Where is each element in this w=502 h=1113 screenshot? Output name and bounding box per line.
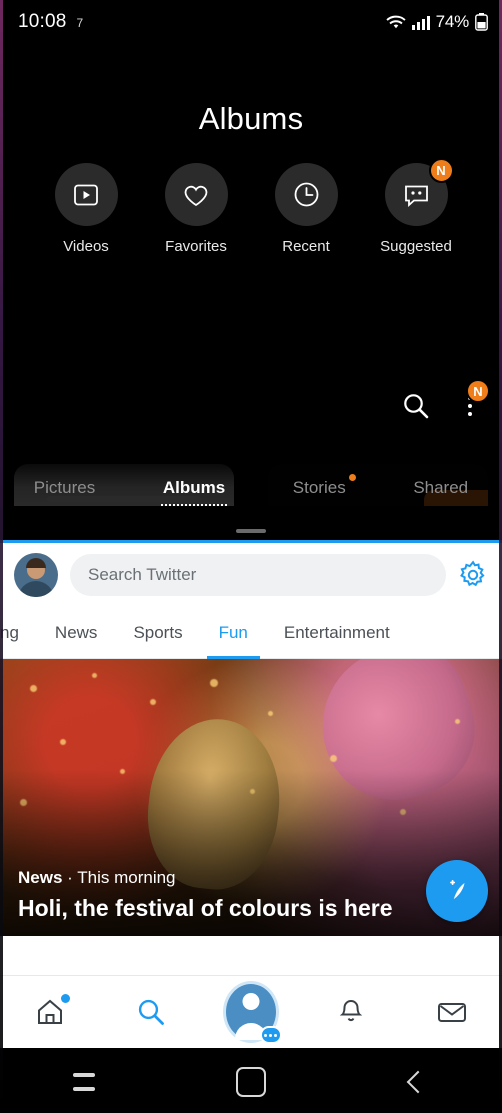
battery-percent: 74%	[435, 12, 470, 31]
back-button[interactable]	[383, 1048, 453, 1113]
tab-pictures[interactable]: Pictures	[32, 474, 97, 508]
heart-icon	[164, 163, 228, 226]
quick-item-suggested[interactable]: N Suggested	[380, 158, 454, 255]
tab-shared[interactable]: Shared	[411, 474, 470, 508]
quick-item-label: Favorites	[165, 238, 227, 255]
badge-dot	[264, 1033, 268, 1037]
split-screen-divider[interactable]	[0, 522, 502, 540]
gallery-action-row: N	[402, 379, 490, 423]
recents-bar	[72, 1073, 95, 1077]
twitter-app: Search Twitter ng News Sports Fun Entert…	[0, 540, 502, 1048]
mail-icon	[437, 1003, 466, 1022]
search-placeholder: Search Twitter	[88, 565, 197, 584]
tab-label: Stories	[292, 478, 346, 497]
status-clock: 10:08	[18, 11, 67, 32]
status-bar-left: 10:08 7	[18, 11, 83, 33]
tab-label: Fun	[218, 622, 248, 642]
gallery-quick-access-row: Videos Favorites Recent N Suggested	[0, 158, 502, 255]
compose-feather-icon[interactable]	[426, 860, 488, 922]
tab-label: Sports	[133, 622, 183, 642]
system-navigation-bar	[0, 1048, 502, 1113]
tab-news[interactable]: News	[37, 607, 116, 658]
twitter-category-tabs: ng News Sports Fun Entertainment	[0, 607, 502, 659]
tab-label: News	[54, 622, 98, 642]
twitter-bottom-nav	[0, 975, 502, 1048]
twitter-top-bar: Search Twitter	[0, 543, 502, 607]
tab-label: Entertainment	[283, 622, 390, 642]
suggested-faces-icon: N	[384, 158, 454, 226]
wifi-icon	[385, 14, 406, 30]
status-notification-count: 7	[76, 16, 84, 30]
hero-headline: Holi, the festival of colours is here	[18, 894, 393, 921]
status-bar: 10:08 7 74%	[0, 0, 502, 44]
hero-text-block: News · This morning Holi, the festival o…	[18, 868, 432, 922]
avatar[interactable]	[14, 553, 58, 597]
back-chevron-icon	[406, 1070, 430, 1094]
clock-icon	[274, 163, 338, 226]
video-play-icon	[54, 163, 118, 226]
tab-label: Pictures	[33, 478, 96, 497]
recents-button[interactable]	[49, 1048, 119, 1113]
phone-screen: 10:08 7 74% Albums Videos Favorites Rece…	[0, 0, 502, 1113]
more-vertical-icon[interactable]: N	[456, 379, 490, 423]
status-badge: N	[428, 158, 454, 183]
profile-icon	[222, 981, 282, 1044]
bell-icon	[340, 999, 363, 1022]
search-icon[interactable]	[402, 392, 430, 420]
hero-meta: News · This morning	[18, 868, 432, 888]
recents-bar	[72, 1087, 95, 1091]
nav-home[interactable]	[22, 984, 78, 1040]
gallery-tab-bar: Pictures Albums Stories Shared	[0, 460, 502, 522]
signal-icon	[411, 14, 430, 30]
profile-head	[242, 993, 260, 1010]
quick-item-recent[interactable]: Recent	[270, 163, 342, 255]
tab-fun[interactable]: Fun	[201, 607, 266, 659]
unread-dot-icon	[348, 474, 356, 481]
gear-icon[interactable]	[458, 560, 488, 590]
hero-separator: ·	[67, 867, 73, 887]
avatar-body	[18, 581, 54, 597]
recents-icon	[72, 1073, 95, 1091]
badge-dot	[274, 1033, 278, 1037]
nav-profile[interactable]	[222, 981, 282, 1044]
hero-source: News	[18, 867, 63, 887]
avatar-hair	[26, 558, 46, 568]
tab-trending-partial[interactable]: ng	[0, 607, 37, 658]
tab-albums[interactable]: Albums	[160, 474, 228, 508]
quick-item-favorites[interactable]: Favorites	[160, 163, 232, 255]
quick-item-videos[interactable]: Videos	[50, 163, 122, 255]
drag-handle[interactable]	[236, 529, 266, 533]
tab-label: ng	[0, 622, 19, 642]
more-dot	[468, 404, 472, 408]
quick-item-label: Videos	[63, 238, 109, 255]
unread-dot-icon	[61, 994, 71, 1003]
search-icon	[138, 999, 164, 1025]
gallery-app: Albums Videos Favorites Recent N Suggest…	[0, 44, 502, 522]
tab-sports[interactable]: Sports	[115, 607, 200, 658]
search-input[interactable]: Search Twitter	[70, 554, 446, 596]
home-square-icon	[235, 1067, 266, 1097]
tab-entertainment[interactable]: Entertainment	[266, 607, 408, 658]
message-badge-icon	[259, 1026, 282, 1044]
tab-label: Shared	[413, 478, 469, 497]
badge-dot	[269, 1033, 273, 1037]
nav-notifications[interactable]	[323, 984, 379, 1040]
status-bar-right: 74%	[385, 12, 488, 32]
tab-label: Albums	[162, 478, 226, 497]
page-title: Albums	[198, 101, 304, 136]
nav-search[interactable]	[123, 984, 179, 1040]
hero-time: This morning	[77, 867, 176, 887]
home-button[interactable]	[216, 1048, 286, 1113]
quick-item-label: Recent	[282, 238, 330, 255]
tab-stories[interactable]: Stories	[291, 474, 356, 508]
quick-item-label: Suggested	[380, 238, 452, 255]
featured-story-card[interactable]: News · This morning Holi, the festival o…	[0, 659, 502, 936]
status-badge: N	[466, 379, 490, 403]
more-dot	[468, 412, 472, 416]
nav-messages[interactable]	[424, 984, 480, 1040]
battery-icon	[475, 13, 488, 31]
